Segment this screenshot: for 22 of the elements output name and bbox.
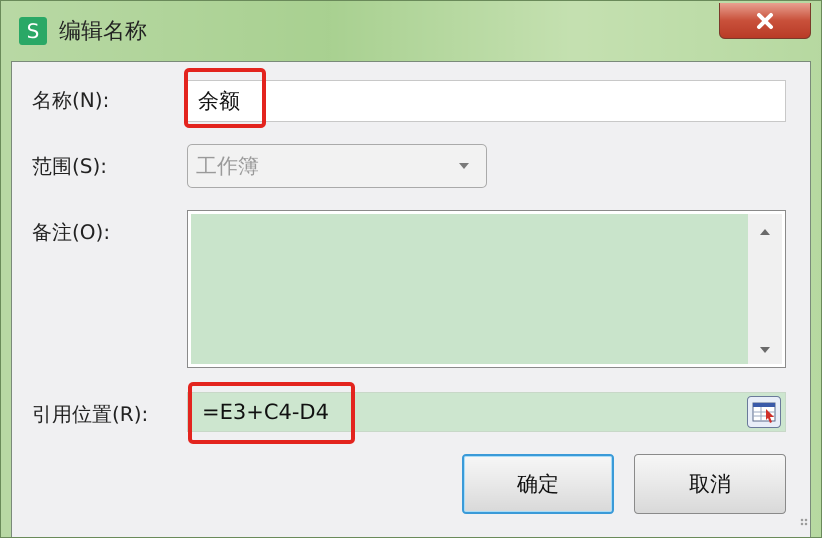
field-value: =E3+C4-D4 [202,400,329,424]
field-value: 工作簿 [196,153,259,180]
scroll-down-icon[interactable] [759,346,771,354]
range-picker-button[interactable] [747,396,781,428]
field-label: 备注(O): [32,219,112,246]
field-value: 余额 [198,88,240,115]
resize-grip[interactable] [800,518,808,526]
window-title: 编辑名称 [59,18,147,46]
scrollbar[interactable] [748,214,782,364]
close-button[interactable] [719,3,811,39]
scroll-up-icon[interactable] [759,228,771,236]
reference-field[interactable]: =E3+C4-D4 [187,392,786,432]
ok-button[interactable]: 确定 [462,454,614,514]
remark-field[interactable] [187,210,786,368]
caret-icon [458,162,470,170]
field-label: 引用位置(R): [32,401,150,428]
field-label: 名称(N): [32,87,110,114]
name-field[interactable]: 余额 [187,80,786,122]
field-label: 范围(S): [32,153,108,180]
cancel-button[interactable]: 取消 [634,454,786,514]
close-icon [754,12,776,30]
app-icon: S [19,17,47,45]
